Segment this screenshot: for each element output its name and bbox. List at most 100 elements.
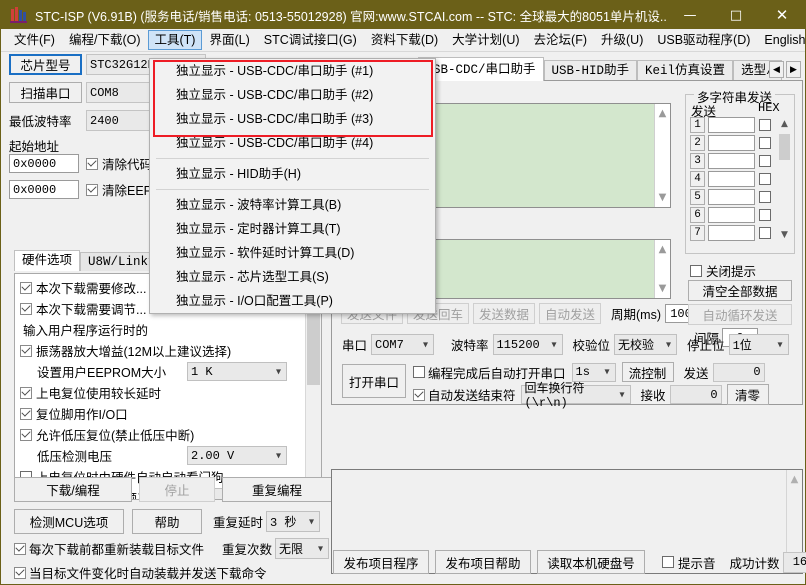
multistring-hex-checkbox-0[interactable] [759,119,771,131]
multistring-input-0[interactable] [708,117,755,133]
clear-counters-button[interactable]: 清零 [726,384,769,405]
multistring-send-button-6[interactable]: 7 [690,225,705,241]
scroll-down-icon[interactable]: ▼ [778,228,791,242]
option-row-7[interactable]: 允许低压复位(禁止低压中断) [15,424,312,445]
option-row-8[interactable]: 低压检测电压 2.00 V ▾ [15,445,312,466]
download-program-button[interactable]: 下载/编程 [14,477,132,502]
menu-item-10[interactable]: English [757,30,806,50]
multistring-hex-checkbox-4[interactable] [759,191,771,203]
dropdown-item-2-1[interactable]: 独立显示 - 定时器计算工具(T) [150,217,435,241]
send-scrollbar[interactable]: ▲ ▼ [654,240,670,298]
multistring-input-6[interactable] [708,225,755,241]
publish-project-program-button[interactable]: 发布项目程序 [333,550,429,574]
menu-item-2[interactable]: 工具(T) [147,30,203,50]
menu-item-4[interactable]: STC调试接口(G) [257,30,364,50]
receive-scrollbar[interactable]: ▲ ▼ [654,104,670,207]
serial-port-select[interactable]: COM7 ▾ [371,334,435,355]
multistring-send-button-0[interactable]: 1 [690,117,705,133]
dropdown-item-0-1[interactable]: 独立显示 - USB-CDC/串口助手 (#2) [150,83,435,107]
multistring-scrollbar[interactable]: ▲ ▼ [778,117,791,242]
scroll-up-icon[interactable]: ▲ [655,242,670,257]
multistring-hex-checkbox-6[interactable] [759,227,771,239]
tab-scroll-right-button[interactable]: ▶ [786,61,801,78]
dropdown-item-2-3[interactable]: 独立显示 - 芯片选型工具(S) [150,265,435,289]
clear-eeprom-checkbox[interactable] [86,183,98,196]
tools-dropdown-menu[interactable]: 独立显示 - USB-CDC/串口助手 (#1) 独立显示 - USB-CDC/串… [149,58,436,314]
option-row-4[interactable]: 设置用户EEPROM大小 1 K ▾ [15,361,312,382]
menu-item-8[interactable]: 升级(U) [594,30,650,50]
multistring-input-3[interactable] [708,171,755,187]
reload-target-checkbox[interactable] [14,542,26,555]
scroll-up-icon[interactable]: ▲ [655,106,670,121]
option-checkbox-6[interactable] [20,407,32,420]
option-row-3[interactable]: 振荡器放大增益(12M以上建议选择) [15,340,312,361]
dropdown-item-0-3[interactable]: 独立显示 - USB-CDC/串口助手 (#4) [150,131,435,155]
left-tab-0[interactable]: 硬件选项 [14,250,81,271]
auto-reload-on-change-checkbox[interactable] [14,566,26,579]
maximize-button[interactable]: □ [713,1,759,29]
option-checkbox-7[interactable] [20,428,32,441]
dropdown-item-2-0[interactable]: 独立显示 - 波特率计算工具(B) [150,193,435,217]
auto-terminator-checkbox[interactable] [413,388,425,401]
menu-item-0[interactable]: 文件(F) [7,30,62,50]
multistring-hex-checkbox-3[interactable] [759,173,771,185]
parity-select[interactable]: 无校验 ▾ [614,334,678,355]
start-address-input-2[interactable]: 0x0000 [9,180,79,199]
scan-port-button[interactable]: 扫描串口 [9,82,82,103]
right-tab-3[interactable]: Keil仿真设置 [637,60,734,81]
start-address-input-1[interactable]: 0x0000 [9,154,79,173]
menu-item-6[interactable]: 大学计划(U) [445,30,526,50]
multistring-hex-checkbox-1[interactable] [759,137,771,149]
beep-checkbox[interactable] [662,556,674,568]
option-select-4[interactable]: 1 K ▾ [187,362,287,381]
option-row-6[interactable]: 复位脚用作I/O口 [15,403,312,424]
repeat-count-select[interactable]: 无限 ▾ [275,538,330,559]
menu-item-1[interactable]: 编程/下载(O) [62,30,148,50]
dropdown-item-0-0[interactable]: 独立显示 - USB-CDC/串口助手 (#1) [150,59,435,83]
dropdown-item-2-2[interactable]: 独立显示 - 软件延时计算工具(D) [150,241,435,265]
dropdown-item-0-2[interactable]: 独立显示 - USB-CDC/串口助手 (#3) [150,107,435,131]
scroll-down-icon[interactable]: ▼ [655,190,670,205]
chip-model-button[interactable]: 芯片型号 [9,54,82,75]
multistring-input-4[interactable] [708,189,755,205]
publish-project-help-button[interactable]: 发布项目帮助 [435,550,531,574]
menu-item-9[interactable]: USB驱动程序(D) [650,30,757,50]
multistring-send-button-1[interactable]: 2 [690,135,705,151]
repeat-program-button[interactable]: 重复编程 [222,477,332,502]
clear-all-data-button[interactable]: 清空全部数据 [688,280,792,301]
auto-open-after-program-checkbox[interactable] [413,366,425,378]
multistring-hex-checkbox-2[interactable] [759,155,771,167]
multistring-input-5[interactable] [708,207,755,223]
option-row-2[interactable]: 输入用户程序运行时的 [15,319,312,340]
repeat-delay-select[interactable]: 3 秒 ▾ [266,511,321,532]
menu-item-3[interactable]: 界面(L) [202,30,256,50]
option-checkbox-1[interactable] [20,302,32,315]
close-button[interactable]: ✕ [759,1,805,29]
stopbit-select[interactable]: 1位 ▾ [728,334,789,355]
close-hint-checkbox[interactable] [690,264,702,277]
read-disk-id-button[interactable]: 读取本机硬盘号 [537,550,645,574]
multistring-input-2[interactable] [708,153,755,169]
multistring-send-button-5[interactable]: 6 [690,207,705,223]
multistring-send-button-2[interactable]: 3 [690,153,705,169]
menu-item-5[interactable]: 资料下载(D) [364,30,445,50]
option-checkbox-3[interactable] [20,344,32,357]
multistring-input-1[interactable] [708,135,755,151]
dropdown-item-1-0[interactable]: 独立显示 - HID助手(H) [150,162,435,186]
scroll-up-icon[interactable]: ▲ [778,117,791,131]
option-checkbox-5[interactable] [20,386,32,399]
help-button[interactable]: 帮助 [132,509,202,534]
clear-code-checkbox[interactable] [86,157,98,170]
minimize-button[interactable]: — [667,1,713,29]
scrollbar-thumb[interactable] [779,134,790,160]
terminator-select[interactable]: 回车换行符(\r\n) ▾ [520,382,631,410]
multistring-send-button-4[interactable]: 5 [690,189,705,205]
right-tab-2[interactable]: USB-HID助手 [543,60,638,81]
baudrate-select[interactable]: 115200 ▾ [492,334,563,355]
menu-item-7[interactable]: 去沦坛(F) [527,30,594,50]
tab-scroll-left-button[interactable]: ◀ [769,61,784,78]
option-row-5[interactable]: 上电复位使用较长延时 [15,382,312,403]
option-checkbox-0[interactable] [20,281,32,294]
dropdown-item-2-4[interactable]: 独立显示 - I/O口配置工具(P) [150,289,435,313]
option-select-8[interactable]: 2.00 V ▾ [187,446,287,465]
